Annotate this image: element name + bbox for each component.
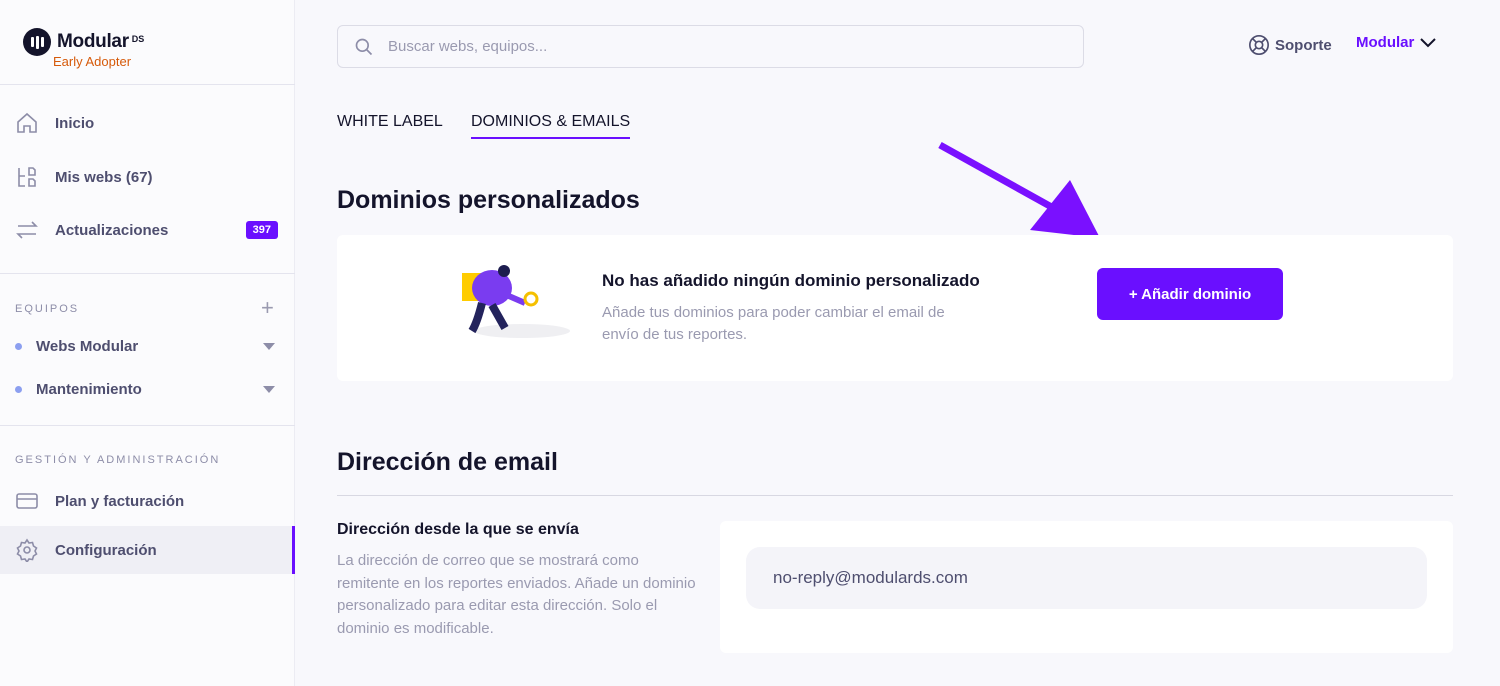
divider xyxy=(0,84,295,85)
add-team-icon[interactable]: + xyxy=(261,297,274,319)
sender-label: Dirección desde la que se envía xyxy=(337,521,579,538)
account-label: Modular xyxy=(1356,34,1415,51)
lifebuoy-icon xyxy=(1249,35,1269,55)
search-illustration-icon xyxy=(462,265,570,338)
arrows-icon xyxy=(16,221,38,239)
team-dot xyxy=(15,386,22,393)
support-link[interactable]: Soporte xyxy=(1248,34,1332,56)
nav-label: Actualizaciones xyxy=(55,221,169,239)
divider xyxy=(0,425,295,426)
brand-suffix: DS xyxy=(131,34,145,44)
empty-title: No has añadido ningún dominio personaliz… xyxy=(602,271,980,290)
divider xyxy=(0,273,295,274)
domains-title: Dominios personalizados xyxy=(337,186,640,214)
team-dot xyxy=(15,343,22,350)
search-icon xyxy=(355,38,373,55)
sender-panel: no-reply@modulards.com xyxy=(720,521,1453,653)
support-label: Soporte xyxy=(1275,36,1332,54)
brand-tagline: Early Adopter xyxy=(53,54,132,69)
gear-icon xyxy=(16,538,38,562)
sidebar-item-actualizaciones[interactable]: Actualizaciones 397 xyxy=(0,206,295,254)
search-input[interactable]: Buscar webs, equipos... xyxy=(337,25,1084,68)
tab-dominios-emails[interactable]: DOMINIOS & EMAILS xyxy=(471,113,631,139)
empty-description: Añade tus dominios para poder cambiar el… xyxy=(602,304,945,343)
caret-down-icon[interactable] xyxy=(263,343,275,350)
team-label: Mantenimiento xyxy=(36,381,142,398)
search-placeholder: Buscar webs, equipos... xyxy=(388,38,548,55)
sender-help: La dirección de correo que se mostrará c… xyxy=(337,552,696,637)
sidebar-item-inicio[interactable]: Inicio xyxy=(0,99,295,147)
nav-label: Configuración xyxy=(55,541,157,559)
chevron-down-icon xyxy=(1420,37,1437,47)
updates-badge: 397 xyxy=(245,221,278,239)
teams-heading: EQUIPOS xyxy=(15,303,80,315)
team-item-mantenimiento[interactable]: Mantenimiento xyxy=(15,381,280,398)
sites-icon xyxy=(18,167,36,187)
sidebar-item-mis-webs[interactable]: Mis webs (67) xyxy=(0,153,295,201)
team-item-webs-modular[interactable]: Webs Modular xyxy=(15,338,280,355)
caret-down-icon[interactable] xyxy=(263,386,275,393)
annotation-arrow-icon xyxy=(938,141,1100,238)
sidebar-item-plan[interactable]: Plan y facturación xyxy=(0,477,295,525)
brand-name: Modular xyxy=(57,31,129,52)
add-domain-button[interactable]: + Añadir dominio xyxy=(1097,268,1283,320)
sidebar-item-configuracion[interactable]: Configuración xyxy=(0,526,295,574)
logo-icon xyxy=(23,28,51,56)
home-icon xyxy=(17,112,37,133)
sender-email-field[interactable]: no-reply@modulards.com xyxy=(746,547,1427,609)
sender-email-value: no-reply@modulards.com xyxy=(773,568,968,587)
team-label: Webs Modular xyxy=(36,338,139,355)
logo[interactable]: Modular DS xyxy=(23,28,144,56)
credit-card-icon xyxy=(16,493,38,509)
empty-domains-card: No has añadido ningún dominio personaliz… xyxy=(337,235,1453,381)
nav-label: Mis webs (67) xyxy=(55,168,153,186)
nav-label: Inicio xyxy=(55,114,95,132)
email-title: Dirección de email xyxy=(337,448,558,476)
admin-heading: GESTIÓN Y ADMINISTRACIÓN xyxy=(15,454,221,466)
account-menu[interactable]: Modular xyxy=(1356,34,1437,51)
tab-white-label[interactable]: WHITE LABEL xyxy=(337,113,443,137)
nav-label: Plan y facturación xyxy=(55,492,185,510)
sidebar: Modular DS Early Adopter Inicio Mis webs… xyxy=(0,0,295,686)
divider xyxy=(337,495,1453,496)
